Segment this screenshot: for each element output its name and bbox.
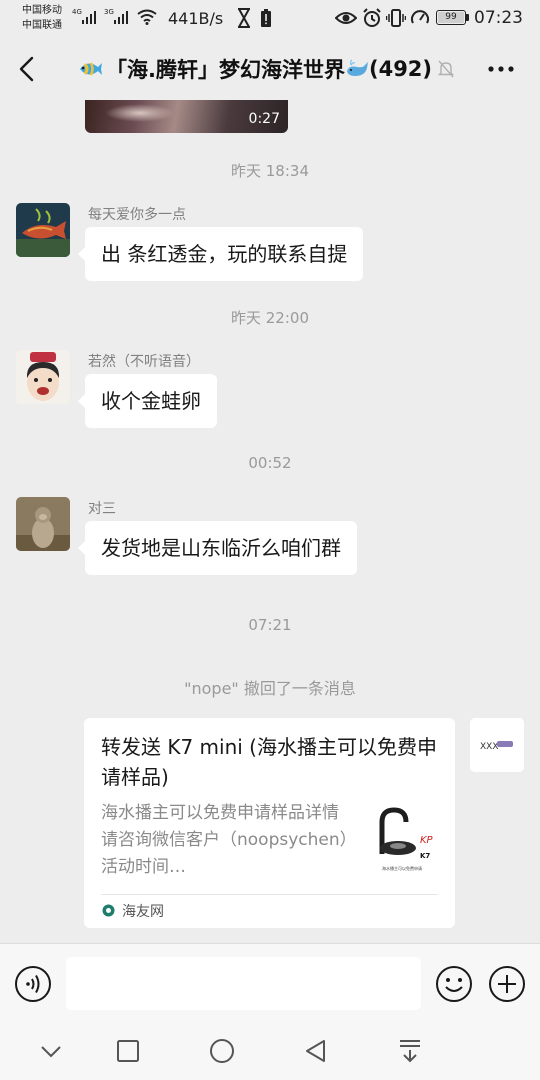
back-button[interactable] bbox=[10, 52, 44, 86]
carrier-2: 中国联通 bbox=[22, 20, 62, 31]
message-bubble[interactable]: 发货地是山东临沂么咱们群 bbox=[78, 521, 357, 575]
nav-back-button[interactable] bbox=[303, 1038, 329, 1064]
source-app-icon bbox=[102, 904, 115, 917]
clock: 07:23 bbox=[474, 8, 523, 28]
chat-title[interactable]: 「海.腾轩」梦幻海洋世界 (492) bbox=[76, 54, 466, 84]
eye-icon bbox=[335, 12, 357, 24]
avatar[interactable] bbox=[16, 350, 70, 404]
shared-link-card[interactable]: 转发送 K7 mini (海水播主可以免费申请样品) 海水播主可以免费申请样品详… bbox=[84, 718, 455, 928]
card-thumbnail-image: KP K7 海水播主可以免费申请 bbox=[372, 804, 438, 874]
more-button[interactable] bbox=[486, 60, 516, 78]
video-message[interactable]: 0:27 bbox=[85, 100, 288, 133]
chat-messages[interactable]: 0:27 昨天 18:34 每天爱你多一点 出 条红透金，玩的联系自提 昨天 2… bbox=[0, 100, 540, 943]
battery-icon: 99 bbox=[436, 10, 466, 25]
thumb-brand: KP bbox=[420, 835, 434, 846]
sender-name: 若然（不听语音） bbox=[88, 354, 200, 370]
system-nav-bar bbox=[0, 1023, 540, 1080]
more-functions-button[interactable] bbox=[488, 965, 526, 1003]
avatar-monkey-image bbox=[16, 497, 70, 551]
video-duration: 0:27 bbox=[248, 111, 280, 127]
message-input[interactable] bbox=[66, 957, 421, 1010]
card-title: 转发送 K7 mini (海水播主可以免费申请样品) bbox=[101, 735, 437, 789]
input-bar bbox=[0, 943, 540, 1024]
battery-alert-icon bbox=[261, 9, 271, 27]
recall-notice: "nope" 撤回了一条消息 bbox=[184, 679, 356, 698]
avatar[interactable] bbox=[16, 203, 70, 257]
timestamp: 00:52 bbox=[248, 454, 292, 472]
nav-home-button[interactable] bbox=[209, 1038, 235, 1064]
signal-2-icon bbox=[114, 11, 128, 24]
chat-header: 「海.腾轩」梦幻海洋世界 (492) bbox=[0, 38, 540, 100]
mute-bell-icon bbox=[438, 60, 455, 78]
timestamp: 07:21 bbox=[248, 616, 292, 634]
nav-recents-button[interactable] bbox=[115, 1038, 141, 1064]
signal-1-icon bbox=[82, 11, 96, 24]
battery-level: 99 bbox=[445, 12, 457, 22]
fish-emoji-icon bbox=[80, 62, 102, 76]
thumb-model: K7 bbox=[420, 852, 430, 860]
wifi-icon bbox=[137, 9, 157, 25]
emoji-button[interactable] bbox=[435, 965, 473, 1003]
nav-collapse-button[interactable] bbox=[38, 1038, 64, 1064]
voice-input-button[interactable] bbox=[14, 965, 52, 1003]
sender-name: 每天爱你多一点 bbox=[88, 207, 186, 223]
network-type-2: 3G bbox=[104, 8, 114, 16]
avatar-cartoon-face-image bbox=[16, 350, 70, 404]
alarm-icon bbox=[363, 8, 381, 27]
group-name: 「海.腾轩」梦幻海洋世界 bbox=[106, 58, 345, 82]
thumb-caption: 海水播主可以免费申请 bbox=[382, 865, 422, 871]
whale-emoji-icon bbox=[346, 59, 368, 76]
avatar-arowana-image bbox=[16, 203, 70, 257]
hourglass-icon bbox=[238, 8, 250, 28]
carrier-1: 中国移动 bbox=[22, 5, 62, 16]
timestamp: 昨天 22:00 bbox=[231, 309, 309, 327]
avatar-logo-image: XXX bbox=[470, 718, 524, 772]
member-count: (492) bbox=[368, 57, 433, 81]
network-speed: 441B/s bbox=[168, 9, 224, 28]
vibrate-icon bbox=[386, 9, 406, 27]
status-bar: 中国移动 中国联通 4G 3G 441B/s 99 07:23 bbox=[0, 0, 540, 38]
self-avatar-label: XXX bbox=[480, 742, 499, 752]
timestamp: 昨天 18:34 bbox=[231, 162, 309, 180]
avatar[interactable] bbox=[16, 497, 70, 551]
message-bubble[interactable]: 出 条红透金，玩的联系自提 bbox=[77, 227, 364, 281]
network-type-1: 4G bbox=[72, 8, 82, 16]
nav-notification-button[interactable] bbox=[397, 1038, 423, 1064]
data-saver-icon bbox=[411, 10, 429, 24]
carrier-info: 中国移动 中国联通 bbox=[22, 3, 62, 33]
self-avatar[interactable]: XXX bbox=[470, 718, 524, 772]
message-bubble[interactable]: 收个金蛙卵 bbox=[78, 374, 217, 428]
card-description: 海水播主可以免费申请样品详情请咨询微信客户（noopsychen）活动时间… bbox=[101, 803, 349, 877]
card-source: 海友网 bbox=[122, 904, 164, 920]
sender-name: 对三 bbox=[88, 501, 116, 517]
